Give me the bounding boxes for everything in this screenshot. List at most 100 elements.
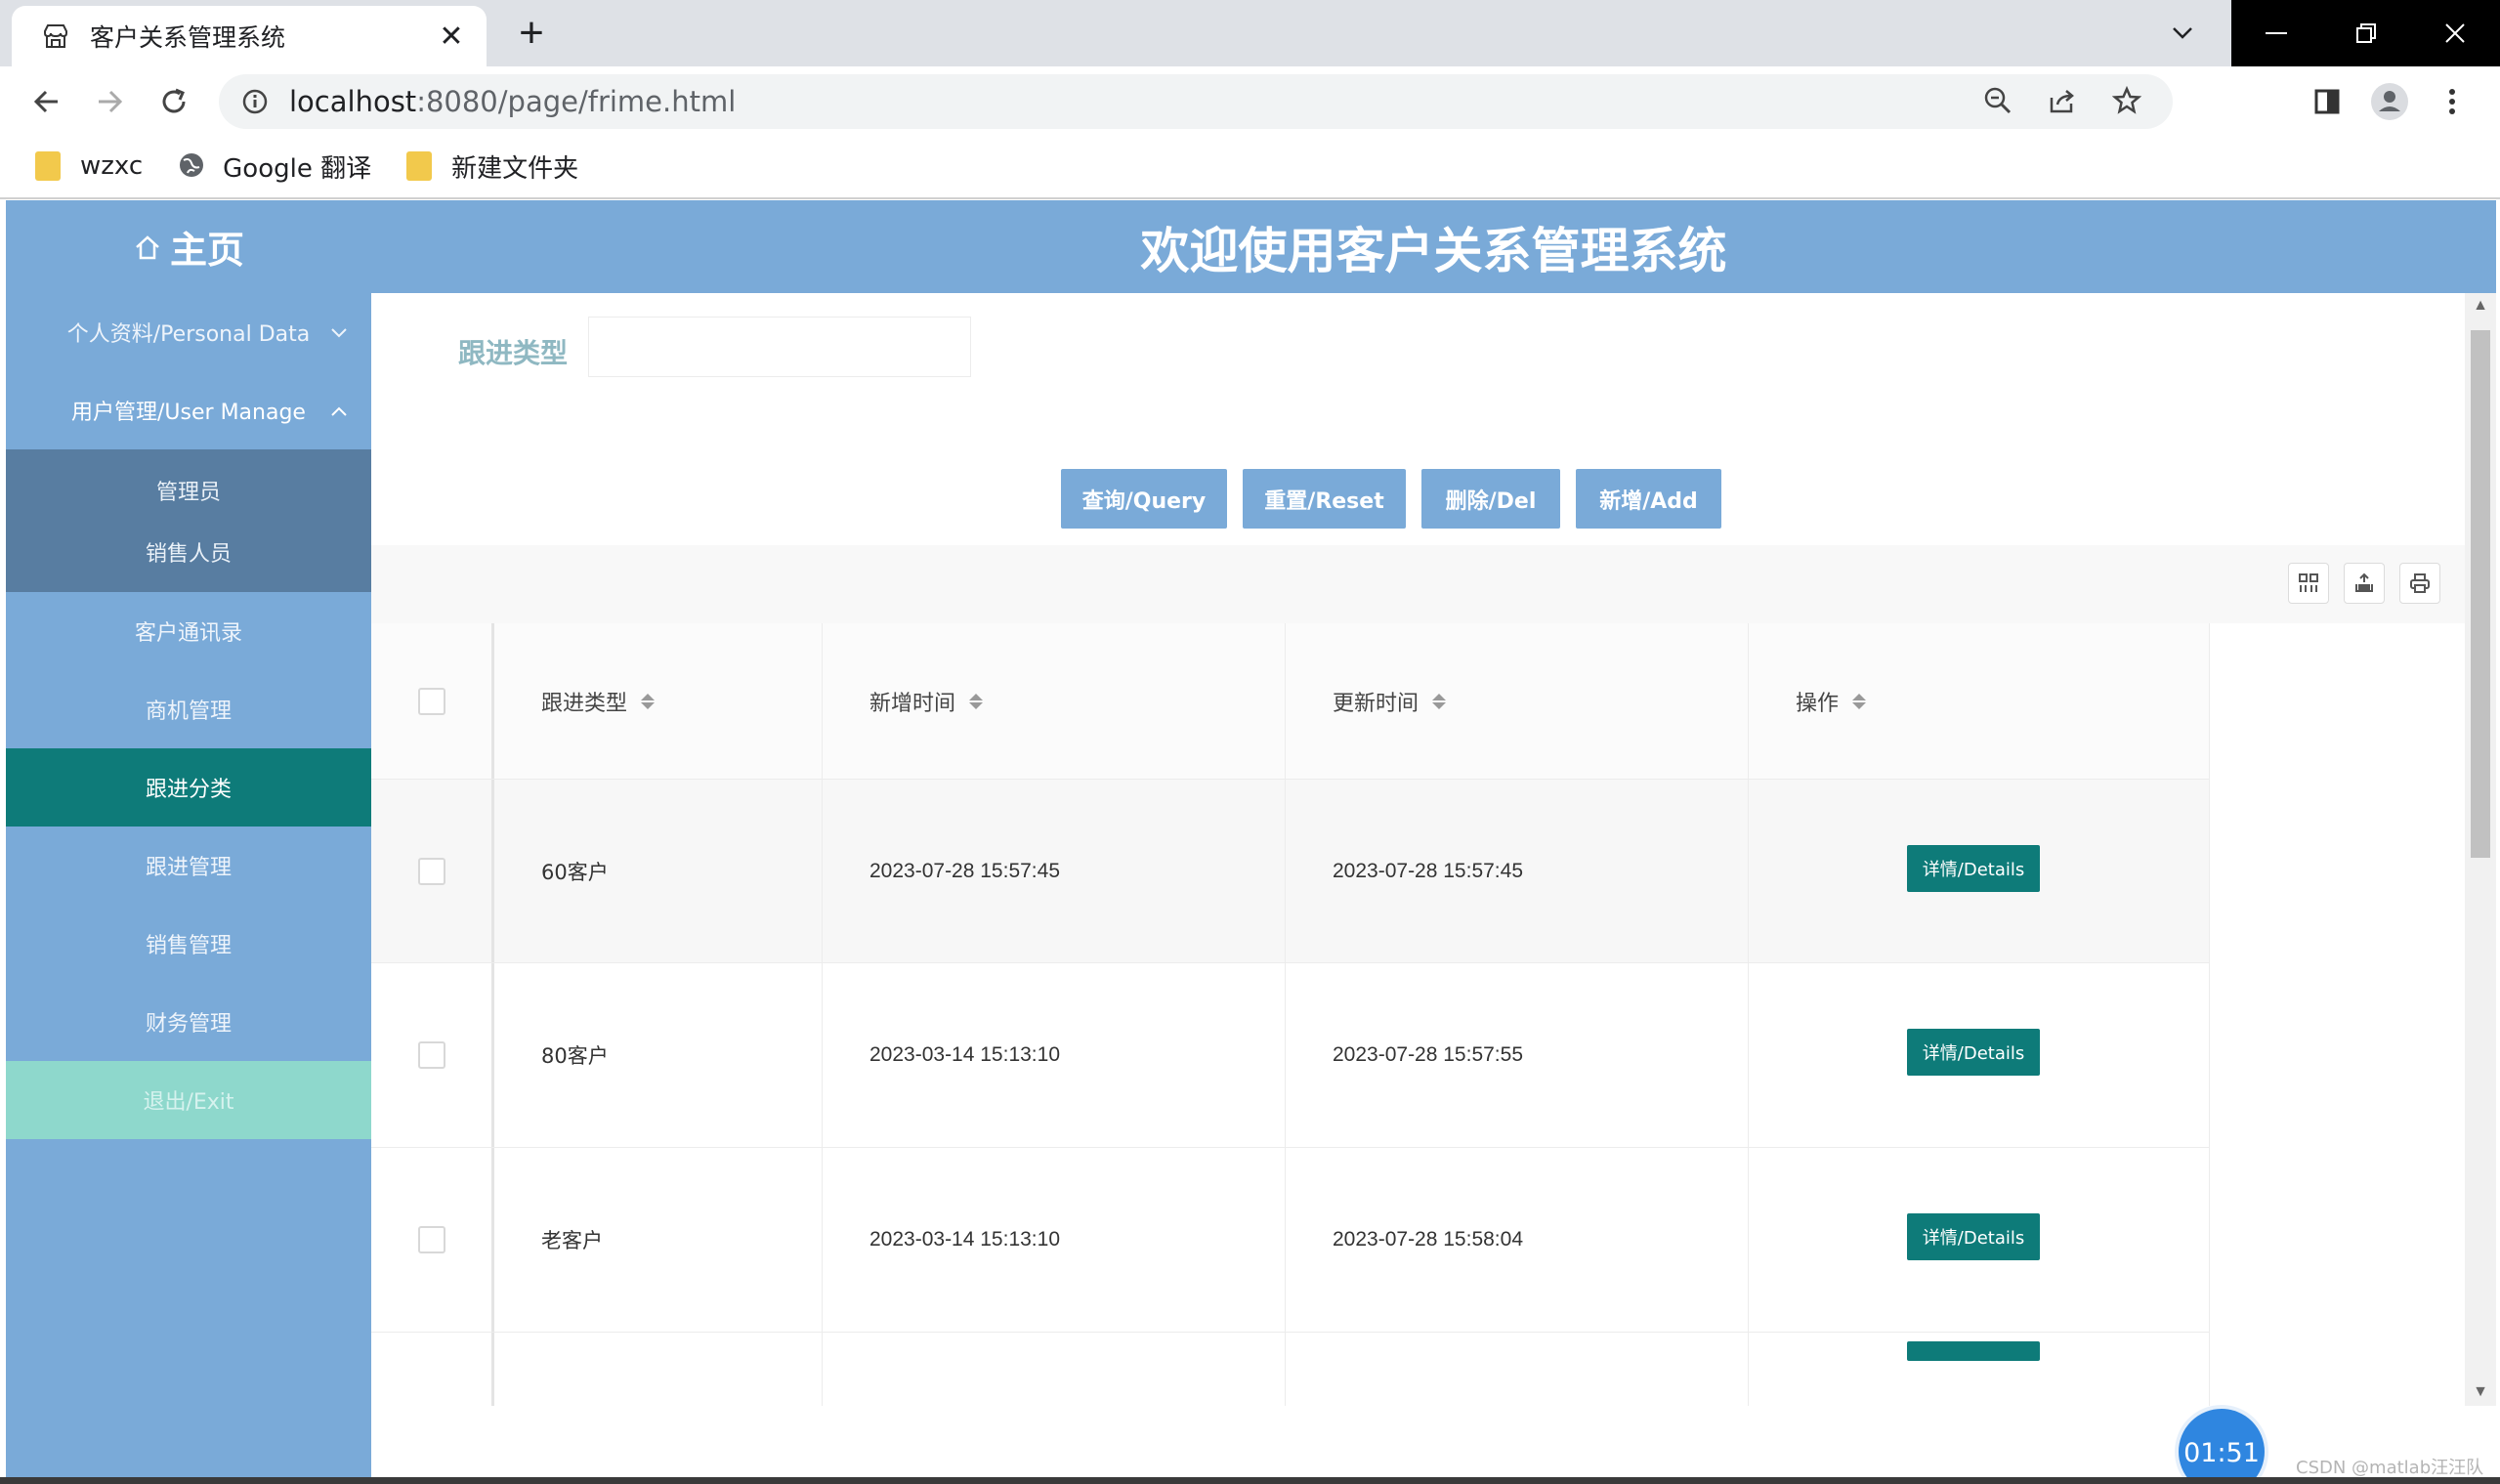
sort-icon[interactable] <box>641 693 656 709</box>
scroll-up-icon[interactable]: ▲ <box>2473 297 2488 315</box>
watermark: CSDN @matlab汪汪队 <box>2296 1458 2484 1478</box>
bookmark-star-icon[interactable] <box>2108 82 2145 119</box>
add-button[interactable]: 新增/Add <box>1576 469 1721 529</box>
select-all-checkbox[interactable] <box>417 687 445 715</box>
sidebar-item-opportunities[interactable]: 商机管理 <box>6 670 371 748</box>
back-icon[interactable] <box>25 80 68 123</box>
row-checkbox[interactable] <box>417 1041 445 1069</box>
table-row: 60客户 2023-07-28 15:57:45 2023-07-28 15:5… <box>371 780 2210 963</box>
sidebar-item-user-manage[interactable]: 用户管理/User Manage <box>6 371 371 449</box>
bookmark-google-translate[interactable]: Google 翻译 <box>178 148 371 185</box>
globe-icon <box>178 151 204 181</box>
sidebar-item-sales-management[interactable]: 销售管理 <box>6 905 371 983</box>
scroll-down-icon[interactable]: ▼ <box>2473 1383 2488 1401</box>
address-bar[interactable]: localhost:8080/page/frime.html <box>219 74 2173 129</box>
zoom-icon[interactable] <box>1979 82 2016 119</box>
sidebar-item-customer-contacts[interactable]: 客户通讯录 <box>6 592 371 670</box>
reset-button[interactable]: 重置/Reset <box>1243 469 1406 529</box>
bookmark-label: wzxc <box>80 151 144 181</box>
bookmark-wzxc[interactable]: wzxc <box>35 151 143 181</box>
sort-icon[interactable] <box>1432 693 1447 709</box>
created-cell: 2023-07-28 15:57:45 <box>823 780 1286 962</box>
site-info-icon[interactable] <box>240 87 270 116</box>
row-checkbox[interactable] <box>417 1226 445 1253</box>
print-icon[interactable] <box>2399 563 2440 604</box>
content-scrollbar[interactable]: ▲ ▼ <box>2465 293 2496 1406</box>
updated-cell <box>1286 1333 1749 1406</box>
type-cell: 老客户 <box>494 1148 823 1332</box>
updated-cell: 2023-07-28 15:57:55 <box>1286 963 1749 1147</box>
restore-icon[interactable] <box>2321 0 2411 66</box>
app-header: 主页 欢迎使用客户关系管理系统 <box>6 200 2496 293</box>
forward-icon[interactable] <box>88 80 131 123</box>
details-button-partial[interactable] <box>1907 1341 2040 1361</box>
browser-menu-icon[interactable] <box>2431 80 2474 123</box>
details-button[interactable]: 详情/Details <box>1907 1213 2040 1260</box>
type-cell: 80客户 <box>494 963 823 1147</box>
chevron-up-icon <box>330 399 348 423</box>
columns-icon[interactable] <box>2288 563 2329 604</box>
row-select-cell <box>371 1333 494 1406</box>
delete-button[interactable]: 删除/Del <box>1421 469 1560 529</box>
crm-app: 主页 欢迎使用客户关系管理系统 个人资料/Personal Data 用户管理/… <box>6 200 2496 1484</box>
submenu-item-admin[interactable]: 管理员 <box>6 459 371 521</box>
home-link[interactable]: 主页 <box>6 200 371 293</box>
tab-close-icon[interactable]: ✕ <box>434 20 469 54</box>
export-icon[interactable] <box>2344 563 2385 604</box>
column-header-created[interactable]: 新增时间 <box>823 623 1286 779</box>
url-path: :8080/page/frime.html <box>416 85 737 118</box>
browser-tab-bar: 客户关系管理系统 ✕ + <box>0 0 2500 66</box>
column-header-label: 跟进类型 <box>541 691 628 716</box>
follow-up-type-input[interactable] <box>588 317 971 377</box>
submenu-item-sales-staff[interactable]: 销售人员 <box>6 521 371 582</box>
sort-icon[interactable] <box>1852 693 1867 709</box>
sidebar-item-personal-data[interactable]: 个人资料/Personal Data <box>6 293 371 371</box>
taskbar-strip <box>0 1477 2500 1484</box>
browser-tab[interactable]: 客户关系管理系统 ✕ <box>12 6 487 66</box>
sidebar-item-follow-up-management[interactable]: 跟进管理 <box>6 827 371 905</box>
user-manage-submenu: 管理员 销售人员 <box>6 449 371 592</box>
search-label: 跟进类型 <box>458 337 569 369</box>
select-all-cell <box>371 623 494 779</box>
url-host: localhost <box>289 85 417 118</box>
created-cell <box>823 1333 1286 1406</box>
profile-avatar-icon[interactable] <box>2368 80 2411 123</box>
sidebar-item-label: 个人资料/Personal Data <box>66 322 311 347</box>
bookmark-new-folder[interactable]: 新建文件夹 <box>406 148 578 185</box>
actions-cell: 详情/Details <box>1749 963 2210 1147</box>
table-row: 80客户 2023-03-14 15:13:10 2023-07-28 15:5… <box>371 963 2210 1148</box>
column-header-actions[interactable]: 操作 <box>1749 623 2210 779</box>
sidebar: 个人资料/Personal Data 用户管理/User Manage 管理员 … <box>6 293 371 1484</box>
query-button[interactable]: 查询/Query <box>1061 469 1227 529</box>
folder-icon <box>406 151 433 181</box>
actions-cell <box>1749 1333 2210 1406</box>
row-select-cell <box>371 780 494 962</box>
column-header-label: 更新时间 <box>1333 691 1419 716</box>
sidebar-item-finance-management[interactable]: 财务管理 <box>6 983 371 1061</box>
action-buttons: 查询/Query 重置/Reset 删除/Del 新增/Add <box>1061 469 1721 529</box>
close-window-icon[interactable] <box>2410 0 2500 66</box>
side-panel-icon[interactable] <box>2306 80 2349 123</box>
column-header-label: 操作 <box>1796 691 1840 716</box>
details-button[interactable]: 详情/Details <box>1907 1029 2040 1076</box>
type-cell: 60客户 <box>494 780 823 962</box>
sort-icon[interactable] <box>969 693 984 709</box>
row-select-cell <box>371 963 494 1147</box>
tab-search-chevron-icon[interactable] <box>2163 14 2202 53</box>
browser-toolbar: localhost:8080/page/frime.html <box>0 66 2500 135</box>
main-content: 跟进类型 查询/Query 重置/Reset 删除/Del 新增/Add 跟进类… <box>371 293 2465 1406</box>
scrollbar-thumb[interactable] <box>2471 330 2490 858</box>
reload-icon[interactable] <box>152 80 195 123</box>
column-header-updated[interactable]: 更新时间 <box>1286 623 1749 779</box>
details-button[interactable]: 详情/Details <box>1907 844 2040 892</box>
sidebar-item-follow-up-category[interactable]: 跟进分类 <box>6 748 371 827</box>
column-header-type[interactable]: 跟进类型 <box>494 623 823 779</box>
home-icon <box>133 233 162 262</box>
row-checkbox[interactable] <box>417 857 445 885</box>
table-header-row: 跟进类型 新增时间 更新时间 操作 <box>371 623 2210 780</box>
sidebar-item-exit[interactable]: 退出/Exit <box>6 1061 371 1139</box>
share-icon[interactable] <box>2044 82 2081 119</box>
follow-up-type-table: 跟进类型 新增时间 更新时间 操作 60客户 2023-07-28 15:57:… <box>371 623 2465 1406</box>
new-tab-icon[interactable]: + <box>508 12 555 59</box>
minimize-icon[interactable] <box>2231 0 2321 66</box>
